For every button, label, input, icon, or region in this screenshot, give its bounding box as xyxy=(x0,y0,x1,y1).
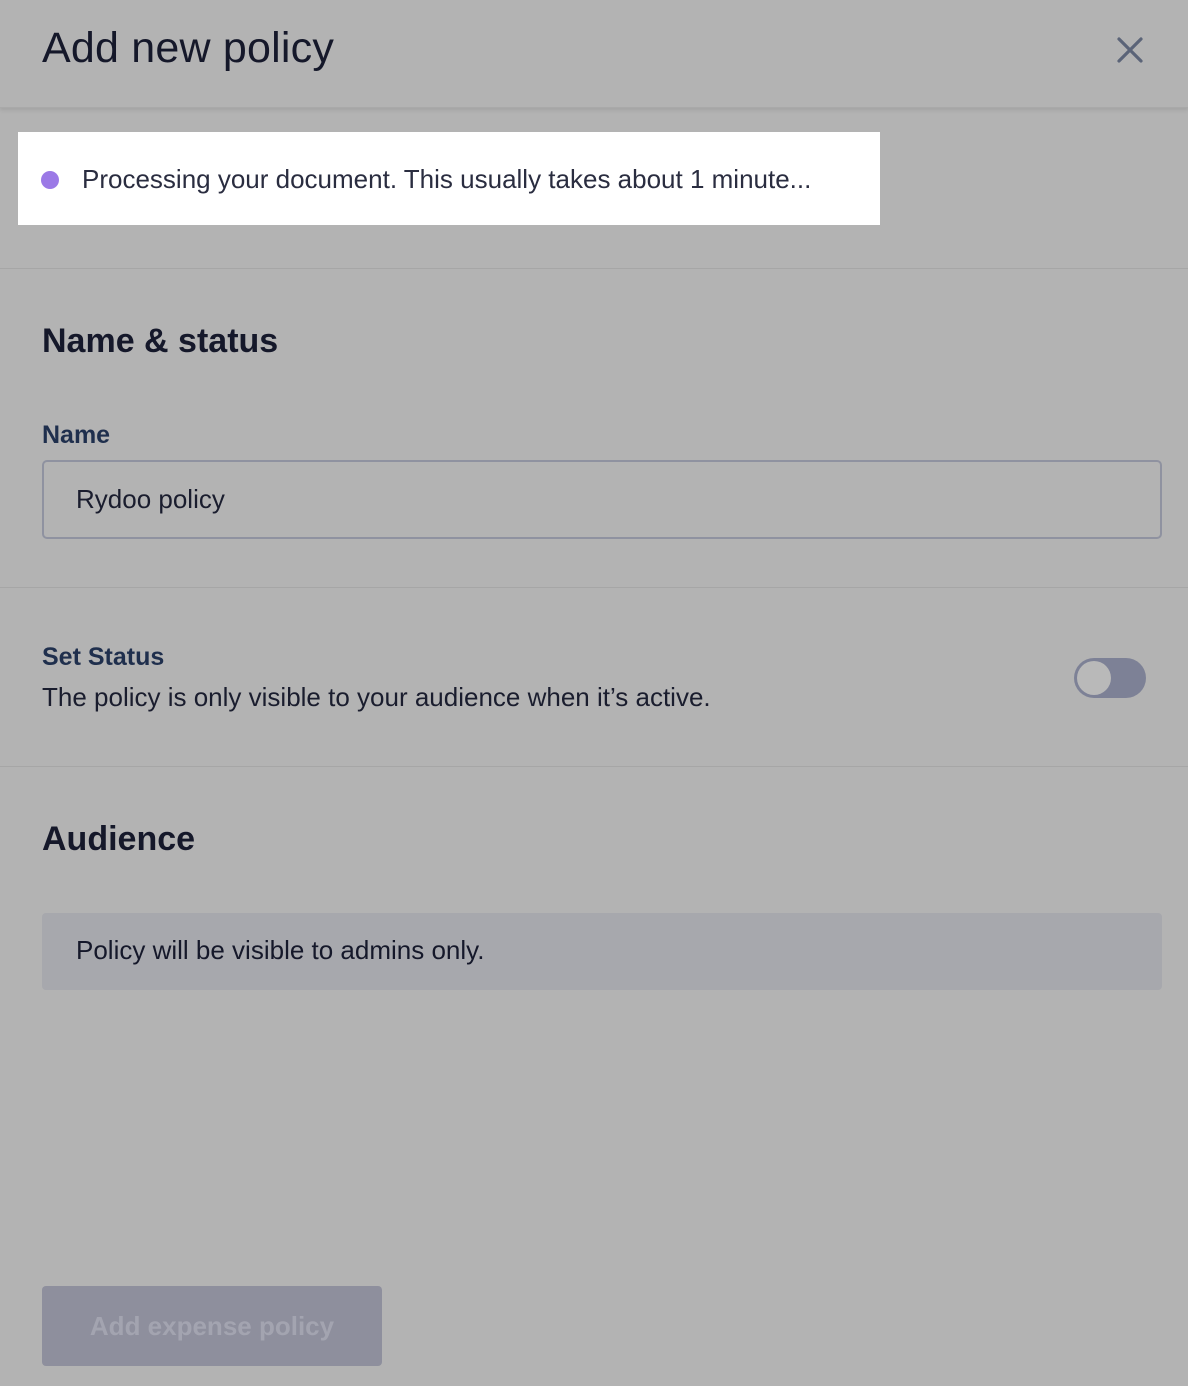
status-toggle[interactable] xyxy=(1074,658,1146,698)
name-status-heading: Name & status xyxy=(42,322,279,360)
status-dot-icon xyxy=(41,171,59,189)
set-status-label: Set Status xyxy=(42,643,165,671)
close-icon xyxy=(1117,37,1143,63)
add-expense-policy-button[interactable]: Add expense policy xyxy=(42,1286,382,1366)
audience-info-box: Policy will be visible to admins only. xyxy=(42,913,1162,990)
audience-message: Policy will be visible to admins only. xyxy=(76,935,485,965)
processing-message: Processing your document. This usually t… xyxy=(82,164,812,194)
status-description: The policy is only visible to your audie… xyxy=(42,682,711,712)
section-divider xyxy=(0,766,1188,767)
processing-notice: Processing your document. This usually t… xyxy=(18,132,880,225)
toggle-knob xyxy=(1077,661,1111,695)
audience-heading: Audience xyxy=(42,820,196,858)
section-divider xyxy=(0,268,1188,269)
modal-header: Add new policy xyxy=(0,0,1188,108)
close-button[interactable] xyxy=(1108,28,1152,72)
name-field[interactable] xyxy=(42,460,1162,539)
page-title: Add new policy xyxy=(42,24,335,72)
name-label: Name xyxy=(42,421,111,449)
section-divider xyxy=(0,587,1188,588)
